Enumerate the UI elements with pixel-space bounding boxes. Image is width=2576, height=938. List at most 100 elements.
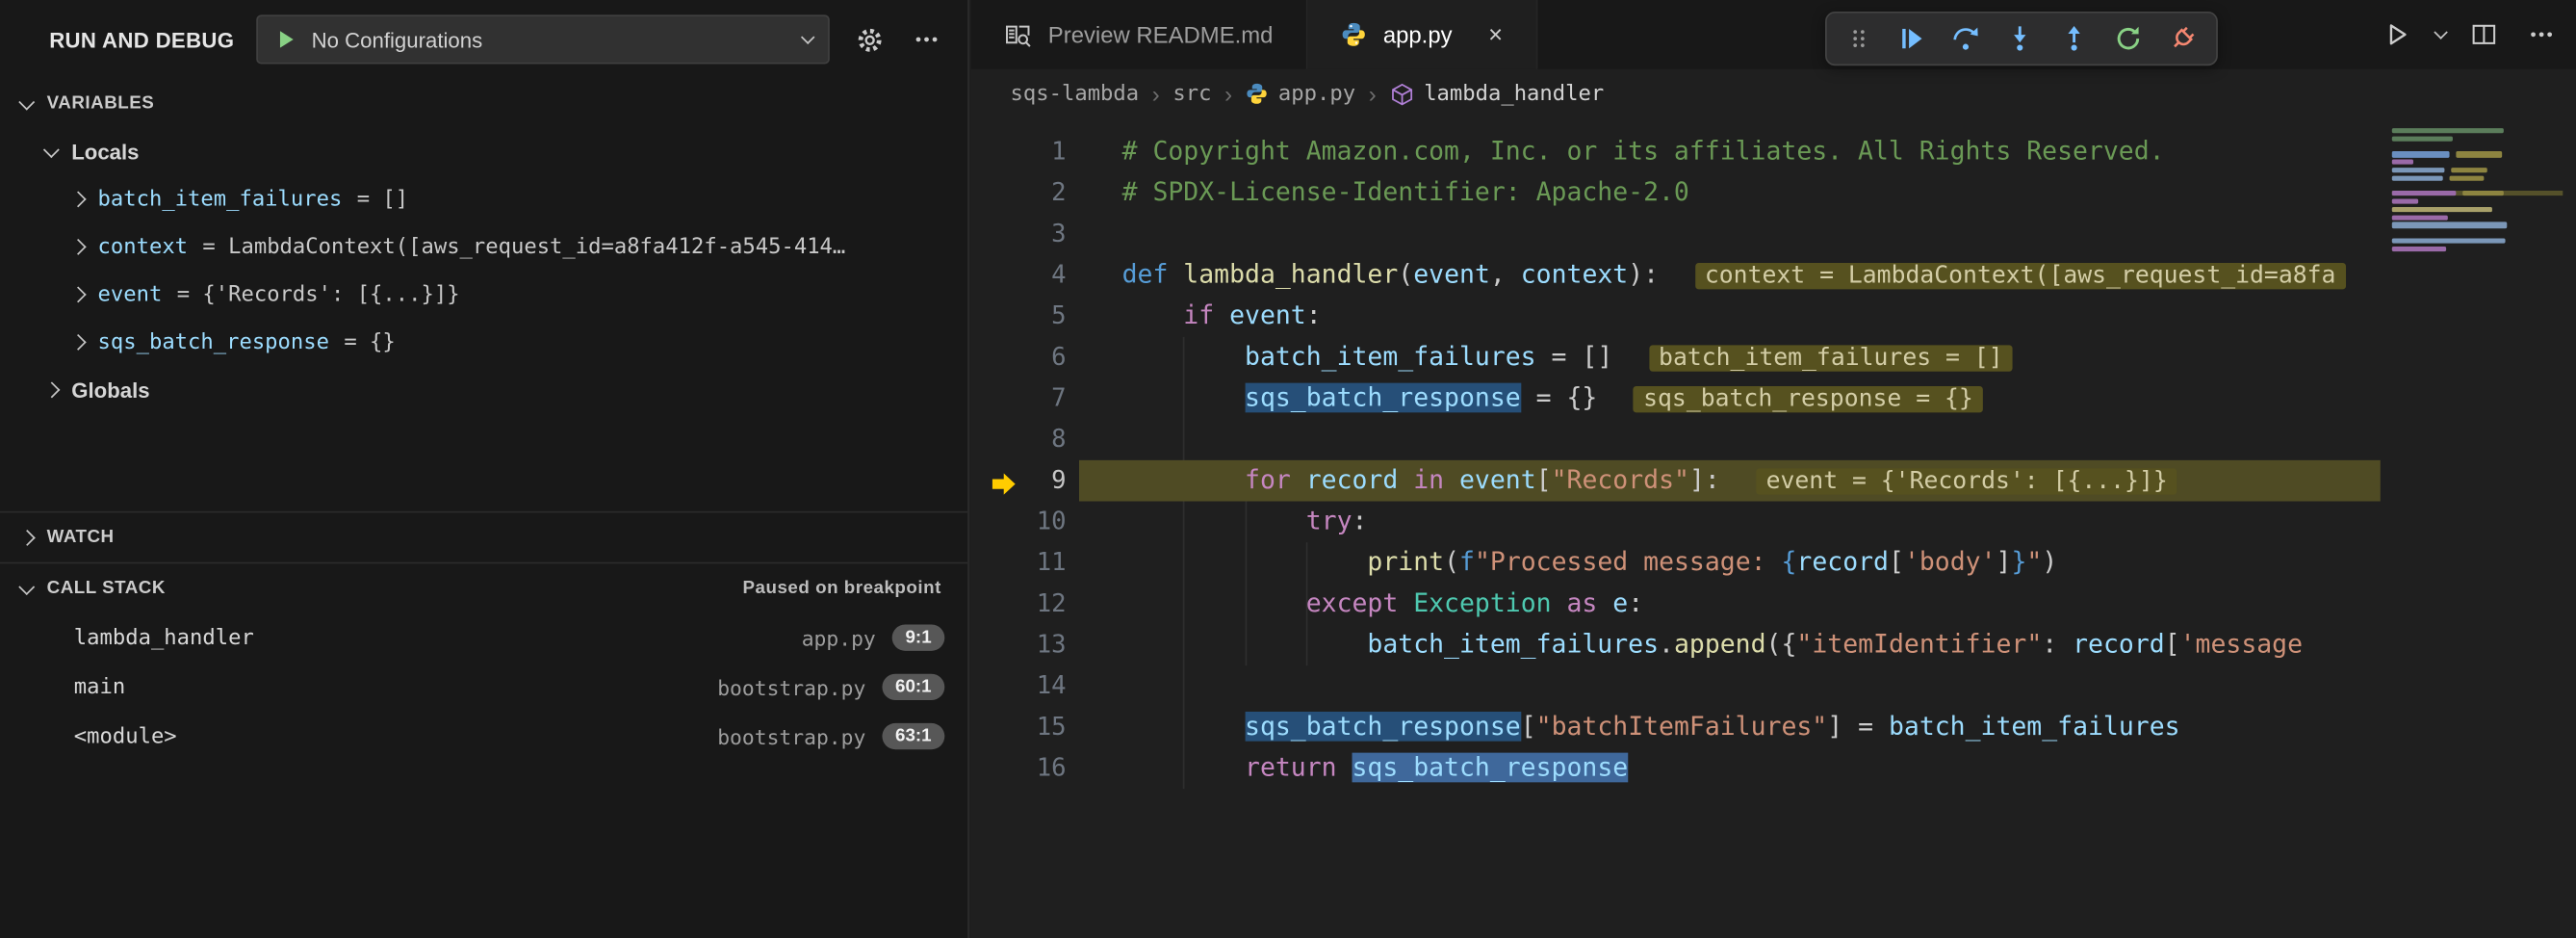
variable-row[interactable]: event= {'Records': [{...}]}	[0, 272, 967, 319]
breadcrumb-item-folder[interactable]: sqs-lambda	[1011, 81, 1140, 106]
frame-position-badge: 63:1	[882, 723, 944, 749]
line-number[interactable]: 9	[971, 460, 1067, 502]
debug-toolbar	[1825, 12, 2218, 65]
variable-name: context	[98, 235, 189, 260]
minimap-line	[2392, 143, 2563, 148]
minimap-line	[2392, 230, 2563, 235]
variable-row[interactable]: batch_item_failures= []	[0, 176, 967, 223]
config-label: No Configurations	[312, 27, 788, 52]
code-line[interactable]: 16 return sqs_batch_response	[971, 748, 2381, 790]
variable-row[interactable]: context= LambdaContext([aws_request_id=a…	[0, 223, 967, 271]
code-line[interactable]: 10 try:	[971, 502, 2381, 543]
code-line[interactable]: 15 sqs_batch_response["batchItemFailures…	[971, 707, 2381, 748]
tab-preview-readme[interactable]: Preview README.md	[971, 0, 1308, 69]
code-line[interactable]: 14	[971, 665, 2381, 707]
run-python-file-icon[interactable]	[2378, 16, 2414, 53]
line-number[interactable]: 3	[971, 214, 1067, 255]
stack-frame-row[interactable]: mainbootstrap.py60:1	[0, 663, 967, 712]
code-text: batch_item_failures = []batch_item_failu…	[1122, 337, 2013, 378]
line-number[interactable]: 15	[971, 707, 1067, 748]
line-number[interactable]: 5	[971, 296, 1067, 337]
line-number[interactable]: 11	[971, 542, 1067, 584]
close-icon[interactable]: ×	[1488, 22, 1503, 47]
line-number[interactable]: 6	[971, 337, 1067, 378]
code-line[interactable]: 4def lambda_handler(event, context):cont…	[971, 255, 2381, 297]
line-number[interactable]: 16	[971, 748, 1067, 790]
line-number[interactable]: 1	[971, 132, 1067, 173]
minimap[interactable]	[2392, 128, 2563, 254]
line-number[interactable]: 4	[971, 255, 1067, 297]
minimap-line	[2392, 136, 2563, 141]
breadcrumb-item-file[interactable]: app.py	[1246, 81, 1355, 106]
code-line-current[interactable]: 9 for record in event["Records"]:event =…	[971, 460, 2381, 502]
continue-icon[interactable]	[1897, 25, 1925, 53]
start-debugging-icon[interactable]	[273, 28, 296, 51]
code-text: return sqs_batch_response	[1122, 748, 1629, 790]
debug-inline-value: event = {'Records': [{...}]}	[1756, 468, 2177, 494]
line-number[interactable]: 7	[971, 378, 1067, 420]
python-icon	[1246, 82, 1269, 105]
split-editor-icon[interactable]	[2466, 16, 2503, 53]
step-over-icon[interactable]	[1951, 25, 1979, 53]
tab-label: Preview README.md	[1048, 21, 1274, 47]
variable-name: batch_item_failures	[98, 188, 343, 213]
code-line[interactable]: 2# SPDX-License-Identifier: Apache-2.0	[971, 172, 2381, 214]
python-icon	[1340, 21, 1366, 47]
minimap-line	[2392, 168, 2563, 172]
code-line[interactable]: 11 print(f"Processed message: {record['b…	[971, 542, 2381, 584]
minimap-line	[2392, 247, 2563, 251]
editor-group: Preview README.md app.py ×	[971, 0, 2576, 938]
drag-handle[interactable]	[1846, 25, 1871, 53]
globals-label: Globals	[71, 378, 149, 404]
code-line[interactable]: 8	[971, 419, 2381, 460]
code-line[interactable]: 3	[971, 214, 2381, 255]
tab-app-py[interactable]: app.py ×	[1307, 0, 1537, 69]
disconnect-icon[interactable]	[2169, 25, 2197, 53]
gear-icon[interactable]	[851, 21, 888, 58]
scope-locals[interactable]: Locals	[0, 128, 967, 175]
line-number[interactable]: 10	[971, 502, 1067, 543]
debug-config-dropdown[interactable]: No Configurations	[256, 14, 830, 64]
step-into-icon[interactable]	[2006, 25, 2034, 53]
more-actions-icon[interactable]	[2523, 16, 2560, 53]
line-number[interactable]: 13	[971, 625, 1067, 666]
line-number[interactable]: 12	[971, 584, 1067, 625]
markdown-preview-icon	[1004, 20, 1032, 48]
code-line[interactable]: 12 except Exception as e:	[971, 584, 2381, 625]
variable-row[interactable]: sqs_batch_response= {}	[0, 319, 967, 366]
call-stack-section-header[interactable]: CALL STACK Paused on breakpoint	[0, 563, 967, 612]
call-stack-header-label: CALL STACK	[47, 579, 166, 598]
line-number[interactable]: 8	[971, 419, 1067, 460]
line-number[interactable]: 14	[971, 665, 1067, 707]
tab-label: app.py	[1383, 21, 1453, 47]
scope-globals[interactable]: Globals	[0, 367, 967, 414]
code-line[interactable]: 5 if event:	[971, 296, 2381, 337]
watch-header-label: WATCH	[47, 528, 115, 547]
code-line[interactable]: 7 sqs_batch_response = {}sqs_batch_respo…	[971, 378, 2381, 420]
more-actions-icon[interactable]	[909, 21, 945, 58]
breadcrumb-item-folder[interactable]: src	[1172, 81, 1211, 106]
minimap-line	[2392, 128, 2563, 133]
code-line[interactable]: 1 # Copyright Amazon.com, Inc. or its aff…	[971, 132, 2381, 173]
code-text: try:	[1122, 502, 1368, 543]
frame-file: app.py	[802, 625, 876, 650]
code-line[interactable]: 13 batch_item_failures.append({"itemIden…	[971, 625, 2381, 666]
breadcrumb-item-symbol[interactable]: lambda_handler	[1389, 81, 1604, 106]
step-out-icon[interactable]	[2060, 25, 2088, 53]
code-line[interactable]: 6 batch_item_failures = []batch_item_fai…	[971, 337, 2381, 378]
code-lines: 1 # Copyright Amazon.com, Inc. or its aff…	[971, 132, 2381, 790]
line-number[interactable]: 2	[971, 172, 1067, 214]
breadcrumb: sqs-lambda › src › app.py › lambda_handl…	[971, 69, 2576, 118]
code-editor[interactable]: 1 # Copyright Amazon.com, Inc. or its aff…	[971, 118, 2576, 938]
frame-position-badge: 9:1	[892, 625, 944, 651]
variables-section-header[interactable]: VARIABLES	[0, 79, 967, 128]
stack-frame-row[interactable]: <module>bootstrap.py63:1	[0, 712, 967, 761]
code-text: # Copyright Amazon.com, Inc. or its affi…	[1122, 132, 2165, 173]
stack-frame-row[interactable]: lambda_handlerapp.py9:1	[0, 613, 967, 663]
chevron-right-icon	[70, 193, 86, 208]
run-dropdown-chevron-icon[interactable]	[2434, 26, 2446, 39]
variables-list: batch_item_failures= []context= LambdaCo…	[0, 176, 967, 367]
locals-label: Locals	[71, 140, 139, 165]
watch-section-header[interactable]: WATCH	[0, 512, 967, 561]
restart-icon[interactable]	[2114, 25, 2142, 53]
